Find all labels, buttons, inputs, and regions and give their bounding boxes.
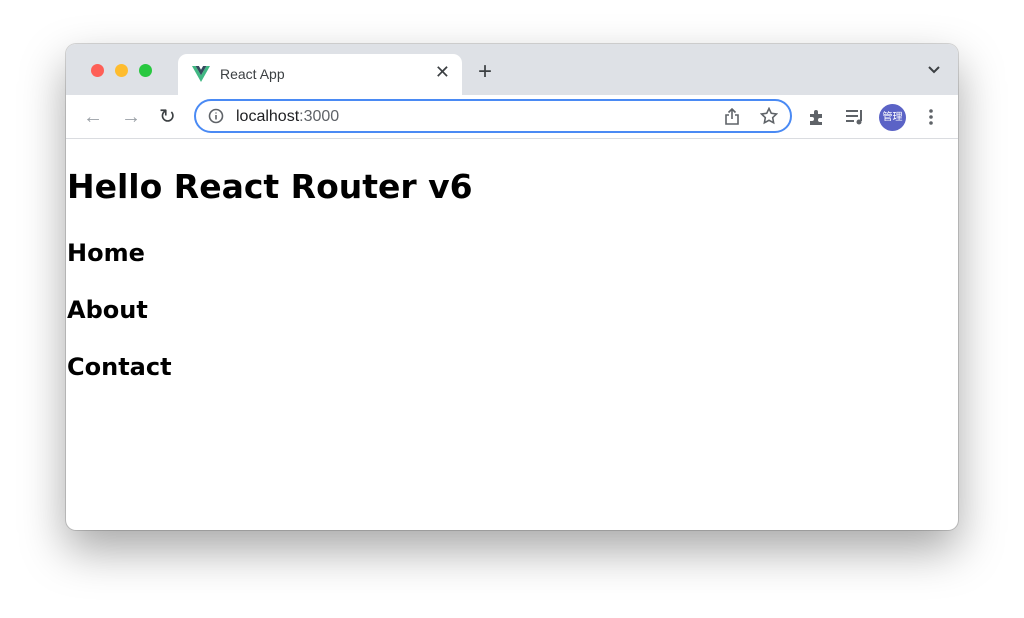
- maximize-window-button[interactable]: [139, 64, 152, 77]
- nav-link-contact[interactable]: Contact: [67, 353, 172, 381]
- profile-avatar[interactable]: 管理: [879, 104, 906, 131]
- tab-react-app[interactable]: React App ✕: [178, 54, 462, 95]
- share-icon[interactable]: [724, 107, 740, 125]
- chevron-down-icon[interactable]: [928, 66, 940, 74]
- vue-logo-icon: [192, 66, 210, 82]
- forward-button[interactable]: →: [121, 107, 141, 127]
- close-window-button[interactable]: [91, 64, 104, 77]
- nav-link-home[interactable]: Home: [67, 239, 145, 267]
- new-tab-button[interactable]: +: [478, 60, 492, 84]
- url-text[interactable]: localhost:3000: [236, 108, 339, 126]
- back-button[interactable]: ←: [83, 107, 103, 127]
- tab-title: React App: [220, 66, 285, 82]
- minimize-window-button[interactable]: [115, 64, 128, 77]
- address-bar[interactable]: localhost:3000: [194, 99, 792, 133]
- browser-window: React App ✕ + ← → ↻ localhost:3000 管理 He…: [66, 44, 958, 530]
- reload-button[interactable]: ↻: [159, 107, 176, 127]
- bookmark-star-icon[interactable]: [760, 107, 778, 125]
- more-menu-icon[interactable]: [928, 108, 934, 126]
- media-control-icon[interactable]: [845, 108, 865, 126]
- nav-link-about[interactable]: About: [67, 296, 148, 324]
- page-title: Hello React Router v6: [67, 167, 473, 206]
- toolbar: ← → ↻ localhost:3000 管理: [66, 95, 958, 139]
- info-icon[interactable]: [208, 108, 224, 124]
- tab-strip: React App ✕ +: [66, 44, 958, 95]
- close-tab-icon[interactable]: ✕: [435, 62, 450, 83]
- extensions-puzzle-icon[interactable]: [808, 108, 826, 126]
